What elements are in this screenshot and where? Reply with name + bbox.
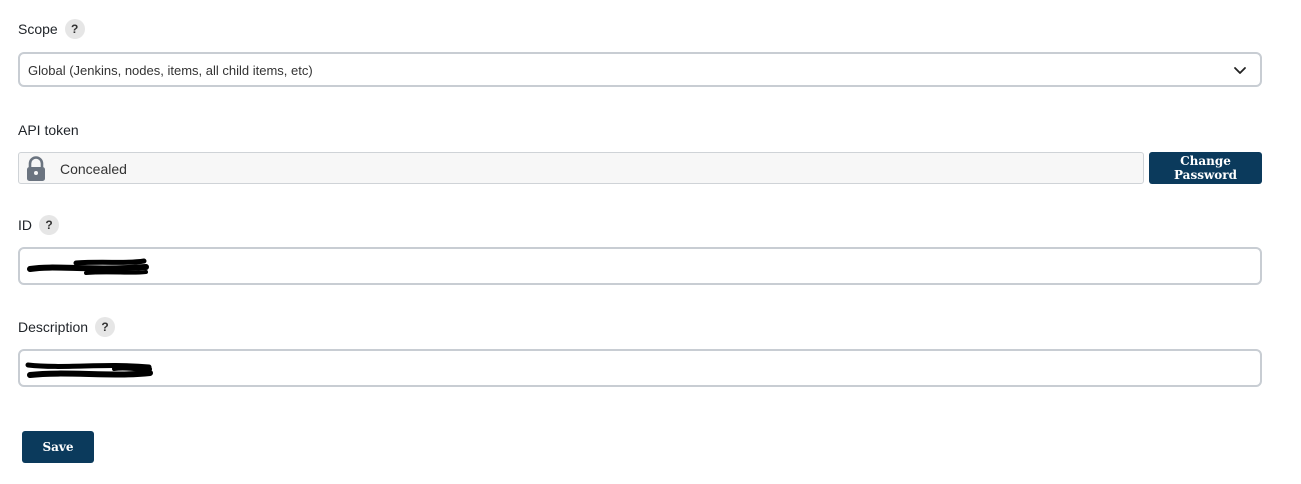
description-help-icon[interactable]: ? xyxy=(95,317,116,337)
save-button[interactable]: Save xyxy=(22,431,94,463)
id-help-icon[interactable]: ? xyxy=(39,215,59,235)
id-label-row: ID ? xyxy=(18,215,59,235)
id-label: ID xyxy=(18,217,32,233)
scope-selected-value: Global (Jenkins, nodes, items, all child… xyxy=(28,63,313,78)
description-label: Description xyxy=(18,319,89,335)
scope-help-icon[interactable]: ? xyxy=(64,19,85,39)
api-token-field: Concealed xyxy=(18,152,1144,184)
api-token-label: API token xyxy=(18,122,79,138)
api-token-label-row: API token xyxy=(18,122,79,138)
scope-label-row: Scope ? xyxy=(18,19,85,39)
chevron-down-icon xyxy=(1234,67,1246,74)
scope-select[interactable]: Global (Jenkins, nodes, items, all child… xyxy=(18,52,1262,87)
change-password-button[interactable]: Change Password xyxy=(1149,152,1262,184)
redaction-mark xyxy=(25,362,153,378)
redaction-mark xyxy=(27,258,149,275)
api-token-value: Concealed xyxy=(60,161,127,177)
lock-icon xyxy=(27,156,45,181)
scope-label: Scope xyxy=(18,21,58,37)
id-input[interactable] xyxy=(18,247,1262,285)
description-input[interactable] xyxy=(18,349,1262,387)
description-label-row: Description ? xyxy=(18,317,116,337)
